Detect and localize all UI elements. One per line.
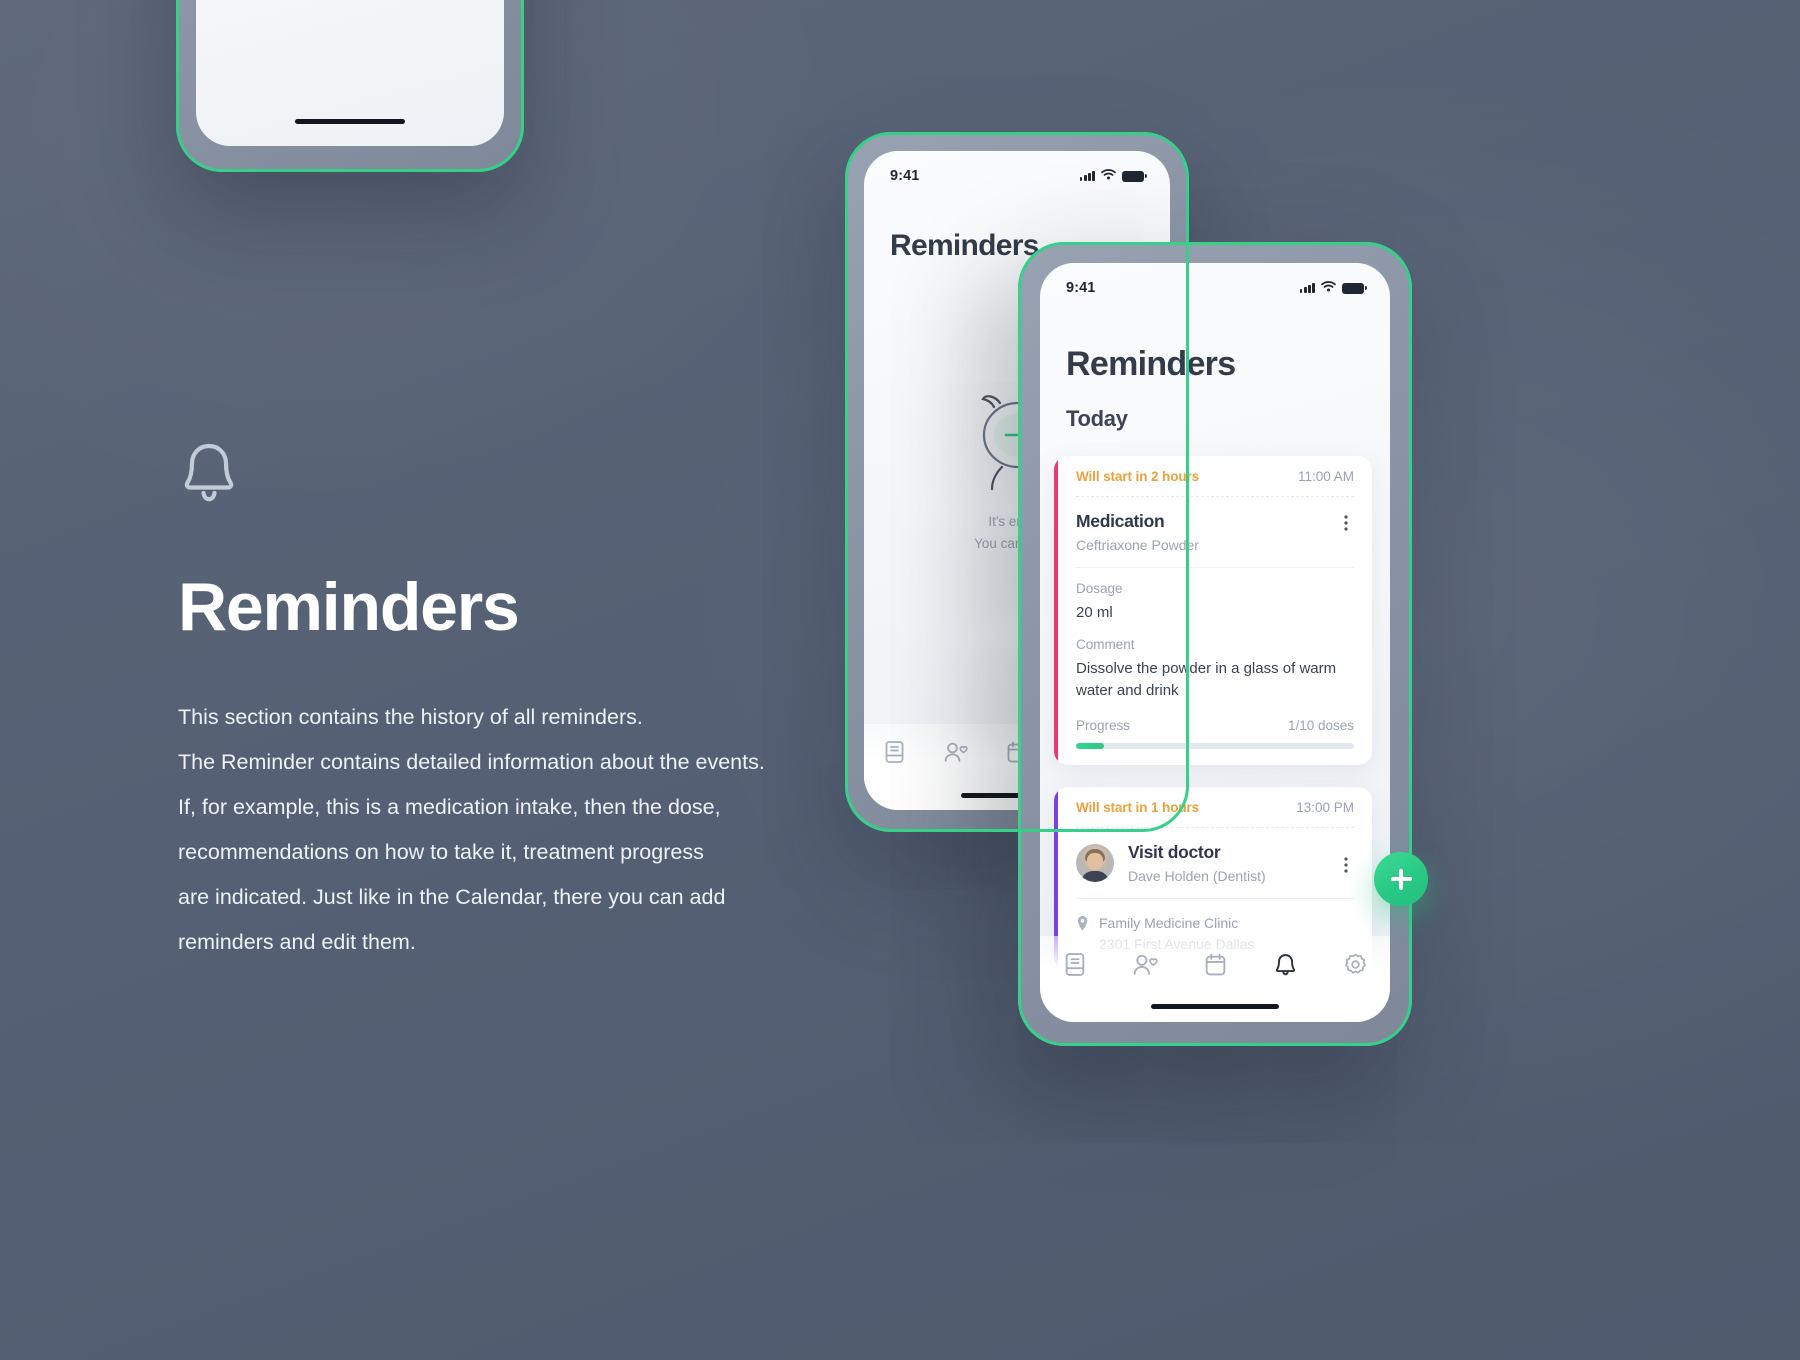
reminder-countdown: Will start in 2 hours [1076,469,1200,484]
tab-calendar[interactable] [1180,952,1250,977]
page-title: Reminders [178,569,520,645]
home-indicator [295,119,405,124]
reminder-header: Will start in 2 hours 11:00 AM [1076,456,1354,497]
section-label-today: Today [1066,406,1128,431]
reminder-countdown: Will start in 1 hours [1076,799,1200,815]
field-label: Dosage [1076,580,1123,596]
reminder-title: Visit doctor [1128,841,1221,862]
progress-block: Progress 1/10 doses [1076,702,1354,765]
tab-journal[interactable] [864,740,925,764]
description-line: This section contains the history of all… [178,705,643,730]
phone-connected-devices: Connected Devices Smart Watch [176,0,524,172]
battery-icon [1342,282,1367,294]
card-accent-bar [1054,456,1058,765]
reminder-subtitle: Dave Holden (Dentist) [1128,867,1266,884]
progress-label: Progress [1076,717,1131,733]
tab-contacts[interactable] [925,740,986,764]
kebab-menu-icon[interactable] [1338,511,1354,531]
bell-icon [178,440,240,508]
location-name: Family Medicine Clinic [1099,914,1239,931]
status-icons [1079,167,1147,185]
tab-bar [1040,936,1390,1022]
description-line: The Reminder contains detailed informati… [178,750,765,775]
description-line: are indicated. Just like in the Calendar… [178,885,726,910]
page-description: This section contains the history of all… [178,695,838,965]
signal-icon [1299,283,1315,293]
status-icons [1299,279,1367,297]
progress-value: 1/10 doses [1287,717,1354,733]
tab-reminders[interactable] [1250,952,1320,977]
field-value: 20 ml [1076,603,1113,621]
doctor-avatar [1076,843,1114,882]
tab-journal[interactable] [1040,952,1110,977]
status-bar: 9:41 [864,151,1170,185]
left-description-block: Reminders This section contains the hist… [178,440,878,965]
field-comment: Comment Dissolve the powder in a glass o… [1076,624,1354,702]
reminder-title: Medication [1076,511,1165,531]
tab-settings[interactable] [1320,952,1390,977]
reminder-header: Will start in 1 hours 13:00 PM [1076,787,1354,828]
description-line: recommendations on how to take it, treat… [178,840,704,865]
description-line: reminders and edit them. [178,930,416,955]
wifi-icon [1321,279,1336,297]
field-dosage: Dosage 20 ml [1076,568,1354,624]
page-title: Reminders [1066,345,1236,383]
reminder-time: 13:00 PM [1296,799,1354,815]
progress-bar [1076,742,1354,749]
reminders-list: Will start in 2 hours 11:00 AM Medicatio… [1040,432,1390,971]
description-line: If, for example, this is a medication in… [178,795,721,820]
phone-reminders-list: 9:41 Reminders Today Will start in 2 hou… [1018,242,1428,1046]
add-reminder-button[interactable] [1374,852,1428,906]
reminder-card-medication[interactable]: Will start in 2 hours 11:00 AM Medicatio… [1054,456,1372,765]
location-pin-icon [1076,915,1089,932]
reminder-title-row: Medication Ceftriaxone Powder [1076,497,1354,567]
status-bar: 9:41 [1040,263,1390,297]
reminder-time: 11:00 AM [1297,469,1354,484]
field-label: Comment [1076,636,1135,652]
kebab-menu-icon[interactable] [1338,853,1354,873]
phone-screen: 9:41 Reminders Today Will start in 2 hou… [1040,263,1390,1022]
phone-screen: Connected Devices Smart Watch [196,0,504,146]
field-value: Dissolve the powder in a glass of warm w… [1076,659,1337,699]
battery-icon [1122,170,1147,182]
progress-bar-fill [1076,742,1104,749]
reminder-subtitle: Ceftriaxone Powder [1076,536,1199,553]
wifi-icon [1101,167,1116,185]
reminder-title-row: Visit doctor Dave Holden (Dentist) [1076,828,1354,898]
status-clock: 9:41 [1066,280,1096,296]
home-indicator [1151,1004,1279,1009]
signal-icon [1079,171,1095,181]
status-clock: 9:41 [890,168,920,184]
tab-contacts[interactable] [1110,952,1180,977]
